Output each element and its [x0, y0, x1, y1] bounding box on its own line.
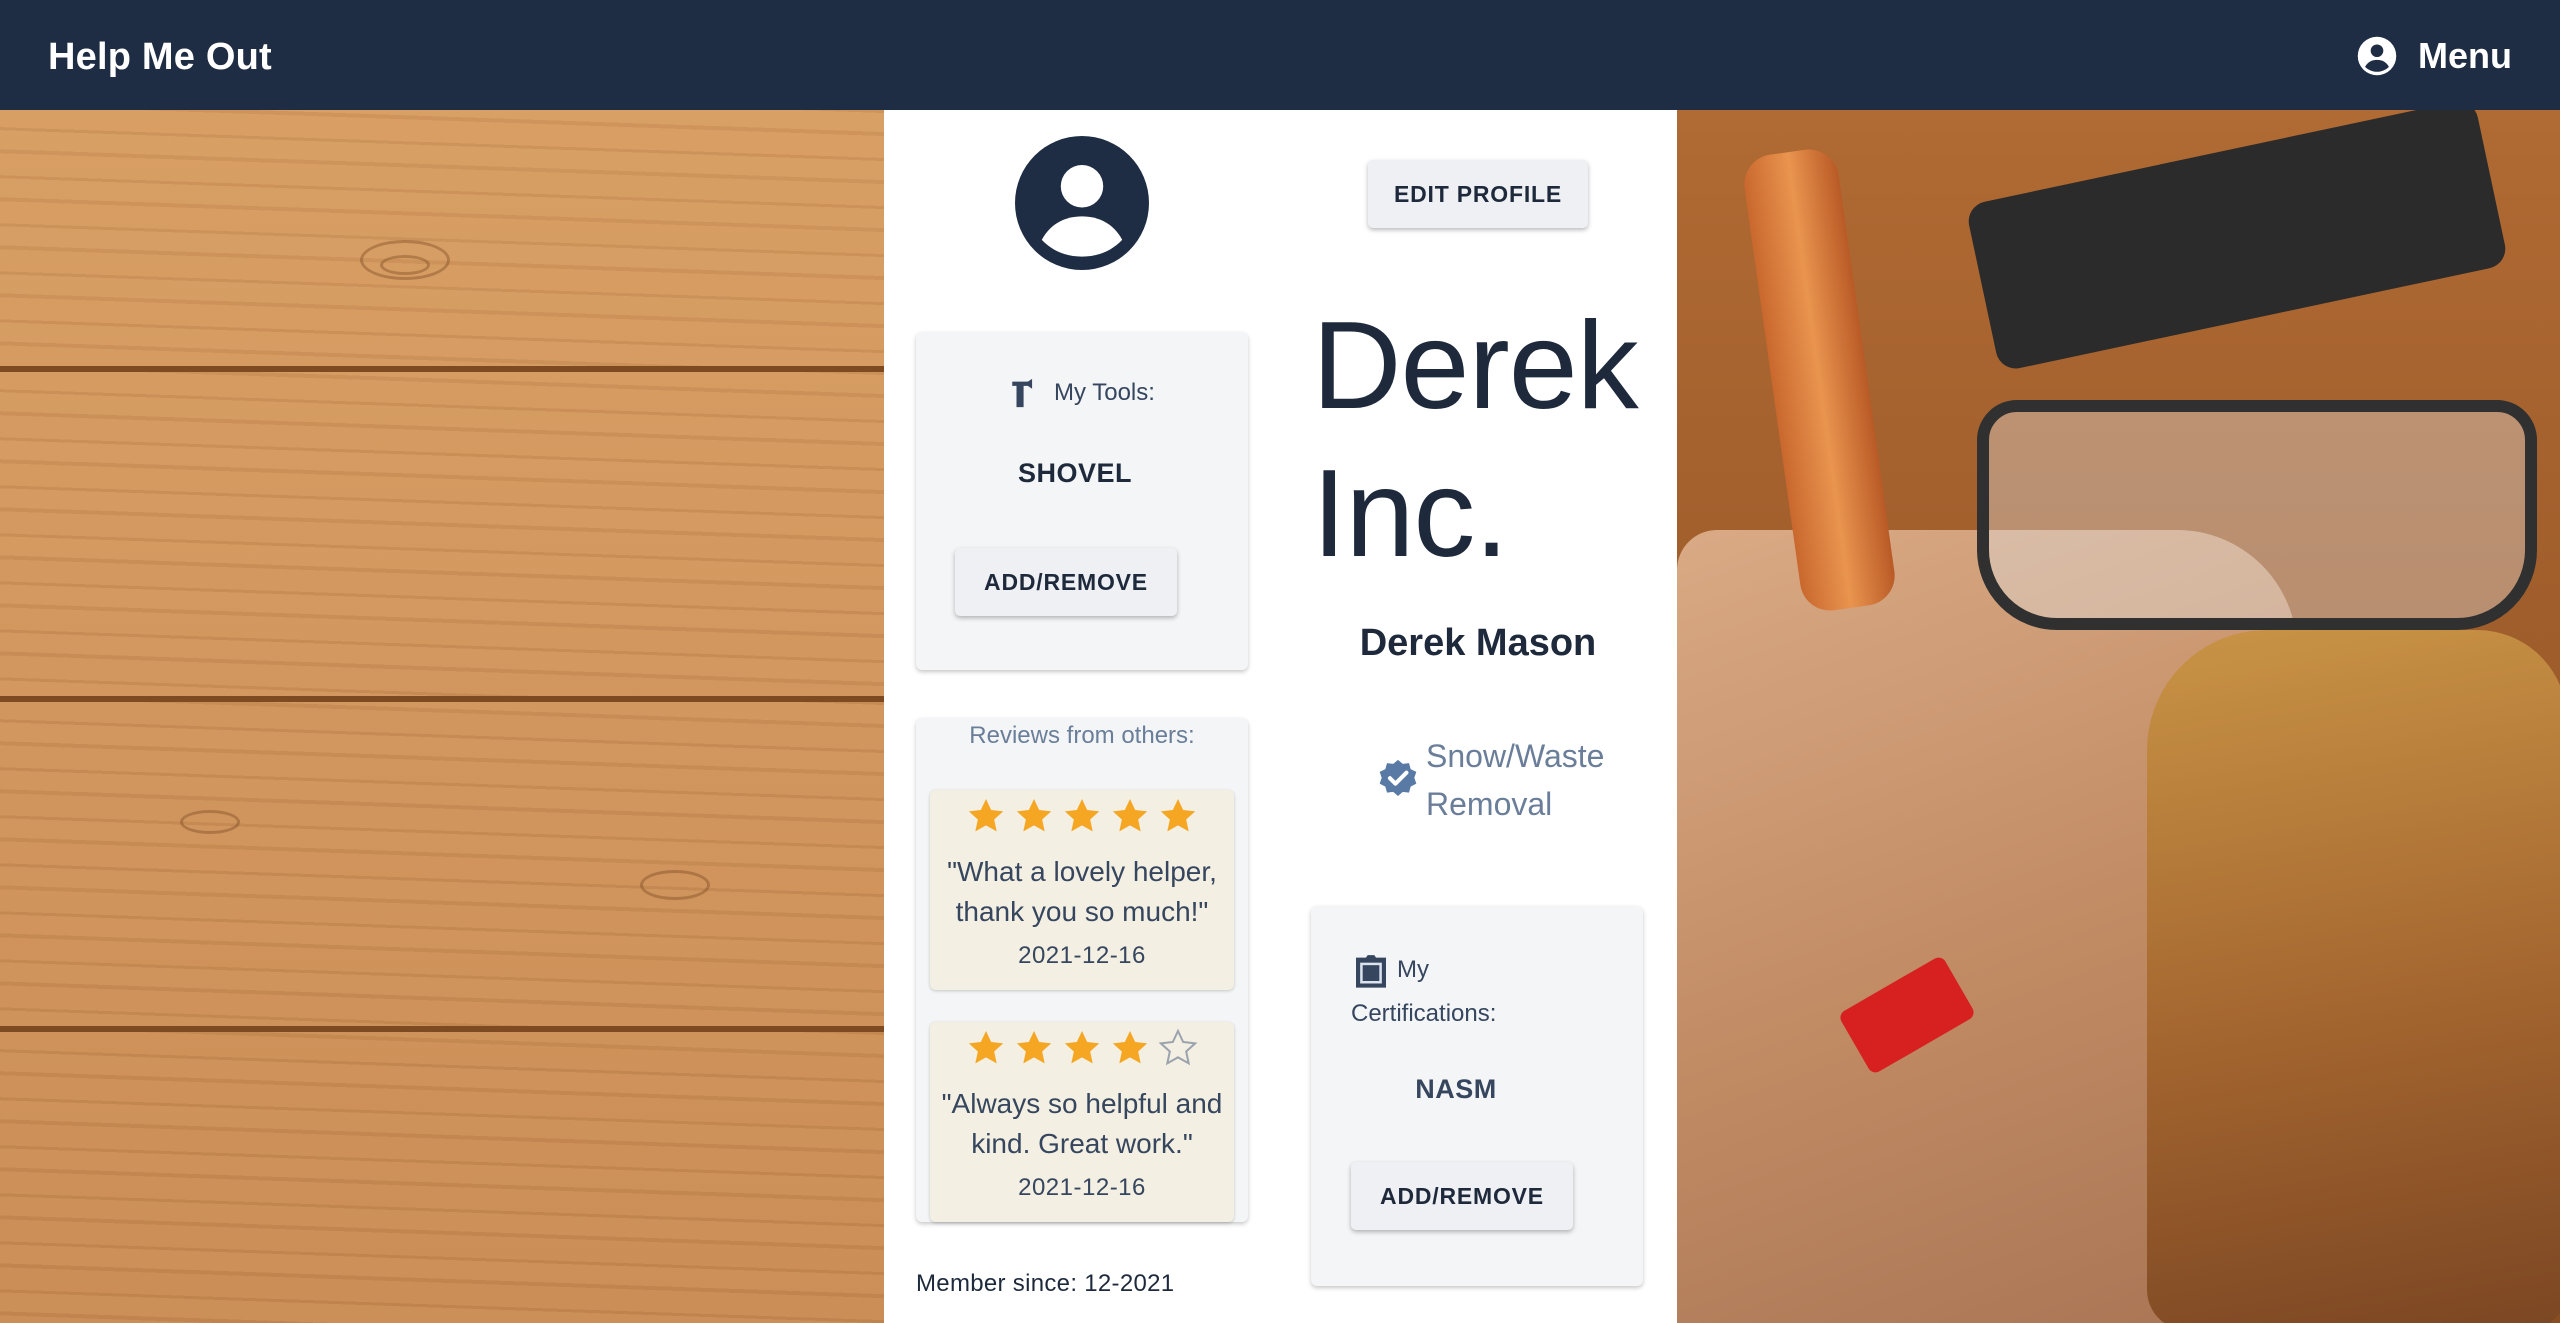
review-date: 2021-12-16	[1018, 1174, 1146, 1201]
specialty-line: Snow/Waste	[1426, 738, 1605, 774]
reviews-card: Reviews from others: "What a lovely help…	[916, 718, 1248, 1222]
edit-profile-button[interactable]: EDIT PROFILE	[1368, 160, 1588, 228]
company-name: Derek Inc.	[1312, 292, 1672, 588]
star-icon	[1016, 799, 1052, 832]
certifications-title: My	[1397, 956, 1429, 983]
tools-heading: My Tools:	[1008, 374, 1155, 412]
person-name: Derek Mason	[1359, 622, 1597, 664]
certifications-title: Certifications:	[1351, 1000, 1497, 1027]
star-rating	[930, 1022, 1234, 1076]
menu-button[interactable]: Menu	[2356, 32, 2512, 80]
review-item: "What a lovely helper, thank you so much…	[930, 790, 1234, 990]
company-name-line: Derek	[1312, 297, 1639, 435]
star-icon	[1160, 799, 1196, 832]
specialty-label: Snow/Waste Removal	[1426, 732, 1656, 828]
tools-background-image	[1677, 110, 2560, 1323]
star-icon	[1112, 799, 1148, 832]
hammer-icon	[1012, 378, 1033, 408]
star-icon	[1016, 1031, 1052, 1064]
star-icon	[968, 1031, 1004, 1064]
member-since: Member since: 12-2021	[916, 1270, 1175, 1297]
wood-background-image	[0, 110, 884, 1323]
certifications-heading: My Certifications:	[1351, 948, 1611, 1036]
review-date: 2021-12-16	[1018, 942, 1146, 969]
star-icon	[1064, 1031, 1100, 1064]
specialty-badge: Snow/Waste Removal	[1376, 732, 1656, 828]
star-icon	[1112, 1031, 1148, 1064]
tools-title-label: My Tools:	[1054, 379, 1155, 406]
certificate-icon	[1356, 954, 1386, 988]
review-item: "Always so helpful and kind. Great work.…	[930, 1022, 1234, 1222]
profile-avatar-icon	[1015, 136, 1149, 270]
specialty-line: Removal	[1426, 786, 1553, 822]
tools-card: My Tools: SHOVEL ADD/REMOVE	[916, 332, 1248, 670]
star-icon	[1064, 799, 1100, 832]
account-circle-icon	[2357, 36, 2397, 76]
certification-item: NASM	[1415, 1074, 1497, 1104]
top-app-bar: Help Me Out Menu	[0, 0, 2560, 110]
tool-item: SHOVEL	[1017, 458, 1133, 488]
menu-label: Menu	[2418, 35, 2512, 76]
verified-icon	[1379, 759, 1417, 796]
reviews-heading: Reviews from others:	[969, 722, 1195, 749]
star-rating	[930, 790, 1234, 844]
tools-add-remove-button[interactable]: ADD/REMOVE	[955, 548, 1177, 616]
review-text: "What a lovely helper, thank you so much…	[947, 856, 1217, 927]
star-outline-icon	[1158, 1028, 1198, 1066]
app-title[interactable]: Help Me Out	[48, 36, 272, 79]
certifications-card: My Certifications: NASM ADD/REMOVE	[1311, 906, 1643, 1286]
star-icon	[968, 799, 1004, 832]
certifications-add-remove-button[interactable]: ADD/REMOVE	[1351, 1162, 1573, 1230]
review-text: "Always so helpful and kind. Great work.…	[941, 1088, 1223, 1159]
company-name-line: Inc.	[1312, 445, 1509, 583]
